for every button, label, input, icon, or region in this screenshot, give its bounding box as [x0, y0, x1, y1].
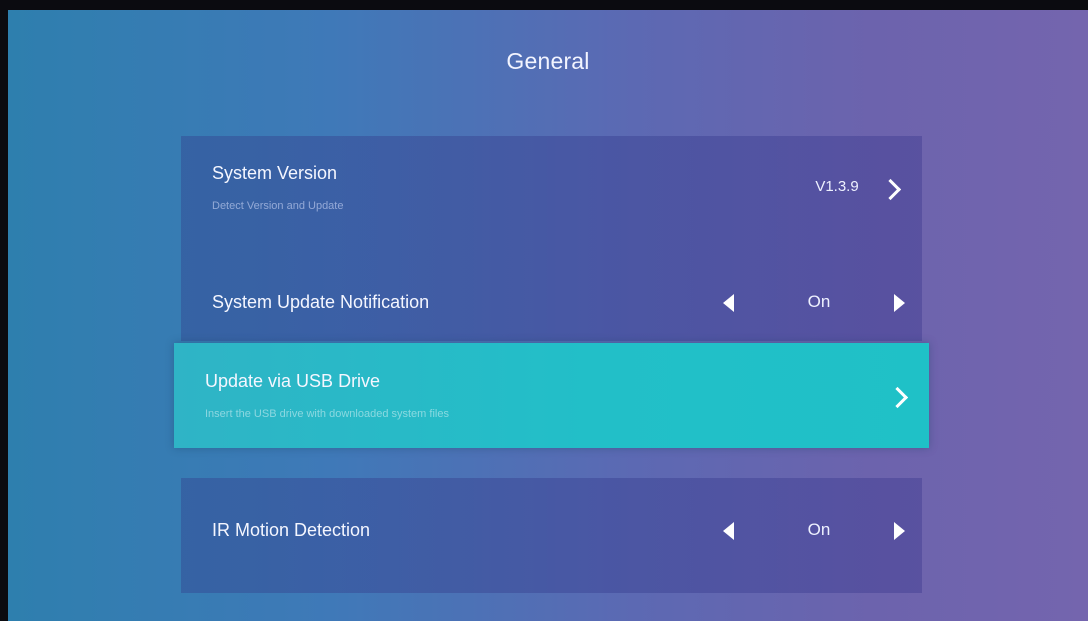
ir-motion-label: IR Motion Detection [212, 520, 371, 540]
arrow-left-icon[interactable] [723, 294, 734, 312]
system-version-description: Detect Version and Update [212, 200, 344, 212]
arrow-right-icon[interactable] [894, 522, 905, 540]
setting-row-update-notification[interactable]: System Update Notification On [181, 246, 922, 341]
update-notification-label: System Update Notification [212, 292, 430, 312]
chevron-right-icon[interactable] [886, 386, 909, 409]
setting-row-ir-motion[interactable]: IR Motion Detection On [181, 478, 922, 593]
system-version-label: System Version [212, 163, 338, 183]
system-version-value: V1.3.9 [815, 178, 859, 195]
page-title: General [506, 48, 590, 74]
settings-panel-bottom: IR Motion Detection On [181, 478, 922, 593]
settings-screen: General System Version Detect Version an… [8, 10, 1088, 621]
update-notification-value: On [807, 292, 831, 311]
chevron-right-icon[interactable] [879, 178, 902, 201]
setting-row-system-version[interactable]: System Version Detect Version and Update… [181, 136, 922, 246]
arrow-right-icon[interactable] [894, 294, 905, 312]
usb-update-label: Update via USB Drive [205, 371, 381, 391]
settings-panel-top: System Version Detect Version and Update… [181, 136, 922, 341]
setting-row-usb-update[interactable]: Update via USB Drive Insert the USB driv… [174, 343, 929, 448]
ir-motion-value: On [807, 520, 831, 539]
arrow-left-icon[interactable] [723, 522, 734, 540]
usb-update-description: Insert the USB drive with downloaded sys… [205, 408, 449, 420]
